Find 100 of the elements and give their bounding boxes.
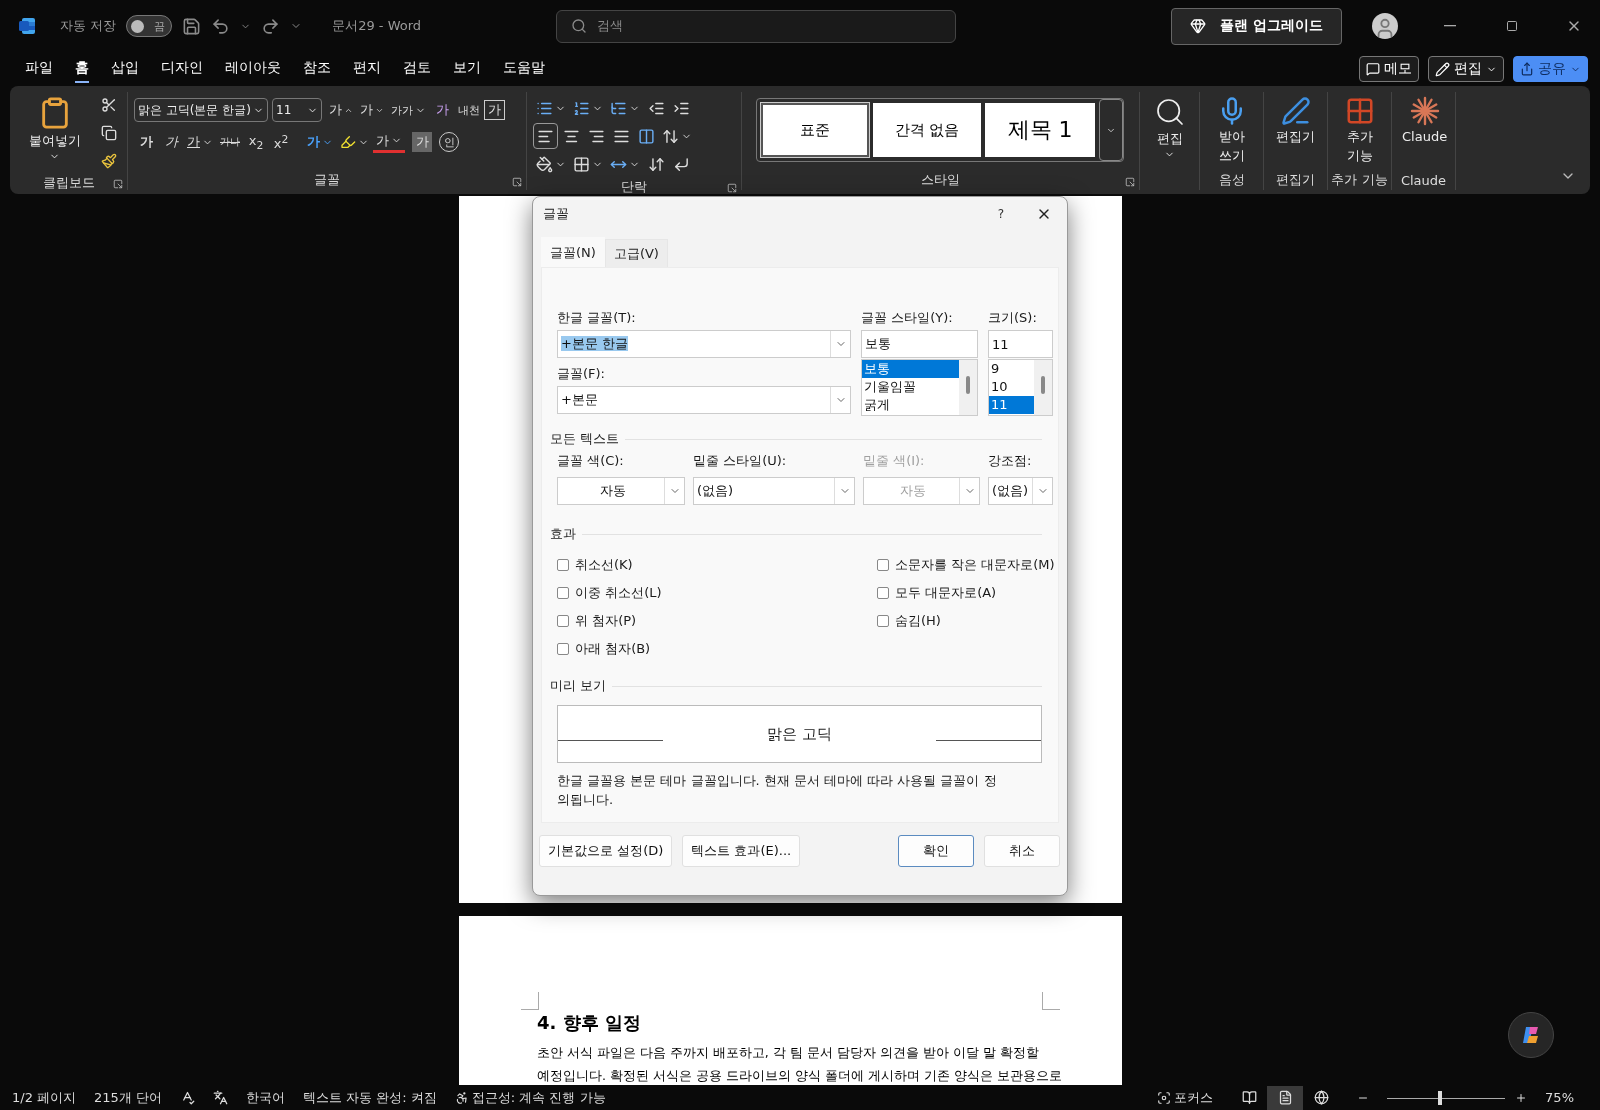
claude-button[interactable]: Claude (1398, 92, 1452, 170)
dropdown-field[interactable]: (없음) (988, 477, 1053, 505)
text-predictions-label[interactable]: 텍스트 자동 완성: 켜짐 (303, 1088, 437, 1107)
list-item[interactable]: 11 (989, 396, 1034, 414)
ribbon-tab[interactable]: 검토 (403, 55, 431, 83)
editing-mode-button[interactable]: 편집 (1428, 56, 1504, 82)
style-item[interactable]: 간격 없음 (873, 103, 981, 157)
editor-button[interactable]: 편집기 (1270, 92, 1321, 170)
align-left-button[interactable] (533, 123, 558, 149)
font-color-button[interactable]: 가 (373, 131, 405, 153)
input-field[interactable]: 11 (988, 330, 1053, 358)
size-list[interactable]: 9 10 11 (988, 359, 1053, 416)
phonetic-guide-button[interactable]: 내천 (455, 97, 483, 123)
launcher-icon[interactable] (727, 183, 737, 193)
ribbon-tab[interactable]: 편지 (353, 55, 381, 83)
character-border-button[interactable]: 가 (484, 100, 505, 120)
page-count[interactable]: 1/2 페이지 (12, 1088, 77, 1107)
shrink-font-button[interactable]: 가 (357, 97, 387, 123)
word-count[interactable]: 215개 단어 (94, 1088, 162, 1107)
upgrade-button[interactable]: 플랜 업그레이드 (1171, 7, 1342, 45)
globe-icon (1313, 1090, 1329, 1105)
ribbon-tab[interactable]: 참조 (303, 55, 331, 83)
translate-icon[interactable] (213, 1090, 228, 1105)
dialog-title: 글꼴 (543, 205, 570, 223)
font-size-dropdown[interactable]: 11 (272, 98, 322, 122)
ribbon-tab[interactable]: 레이아웃 (225, 55, 281, 83)
dialog-button[interactable]: 취소 (984, 835, 1060, 867)
add-ins-button[interactable]: 추가 기능 (1334, 92, 1385, 170)
dialog-button[interactable]: 텍스트 효과(E)... (682, 835, 801, 867)
ribbon-tab[interactable]: 삽입 (111, 55, 139, 83)
change-case-button[interactable]: 가가 (388, 97, 429, 123)
list-item[interactable]: 9 (989, 360, 1034, 378)
scroll-thumb[interactable] (1041, 376, 1045, 394)
dropdown-field[interactable]: +본문 한글 (557, 330, 851, 358)
checkbox[interactable]: 이중 취소선(L) (557, 579, 877, 607)
language-label[interactable]: 한국어 (246, 1088, 285, 1107)
subscript-button[interactable]: x$_{2}$ (244, 129, 268, 155)
ribbon-tab[interactable]: 홈 (75, 55, 89, 83)
share-button[interactable]: 공유 (1513, 56, 1588, 82)
launcher-icon[interactable] (512, 177, 522, 187)
style-list[interactable]: 보통 기울임꼴 굵게 (861, 359, 978, 416)
search-field[interactable]: 검색 (556, 9, 957, 43)
help-button[interactable]: ? (981, 206, 1021, 222)
scroll-thumb[interactable] (966, 376, 970, 394)
grow-font-button[interactable]: 가 (326, 97, 356, 123)
style-item[interactable]: 표준 (761, 103, 869, 157)
ribbon-tab[interactable]: 디자인 (161, 55, 203, 83)
ribbon-tab[interactable]: 보기 (453, 55, 481, 83)
focus-icon[interactable] (1157, 1090, 1172, 1105)
superscript-button[interactable]: x$^{2}$ (269, 129, 293, 155)
paste-button[interactable]: 붙여넣기 (16, 92, 93, 174)
undo-icon[interactable] (211, 16, 231, 36)
dropdown-field[interactable]: +본문 (557, 386, 851, 414)
clear-format-button[interactable]: 가 (430, 97, 454, 123)
checkbox[interactable]: 위 첨자(P) (557, 607, 877, 635)
focus-button[interactable]: 포커스 (1174, 1088, 1214, 1107)
dropdown-field[interactable]: (없음) (693, 477, 855, 505)
checkbox[interactable]: 아래 첨자(B) (557, 635, 877, 663)
strikethrough-button[interactable]: 가나 (217, 129, 243, 155)
dialog-button[interactable]: 기본값으로 설정(D) (539, 835, 673, 867)
gallery-more-button[interactable] (1099, 99, 1123, 161)
avatar-icon[interactable] (1372, 13, 1398, 39)
ribbon-tab[interactable]: 파일 (25, 55, 53, 83)
list-item[interactable]: 10 (989, 378, 1034, 396)
zoom-level[interactable]: 75% (1545, 1090, 1574, 1105)
text-effects-button[interactable]: 가 (304, 129, 336, 155)
slider-thumb[interactable] (1438, 1090, 1443, 1105)
save-icon[interactable] (182, 16, 202, 36)
proofing-icon[interactable] (180, 1090, 195, 1105)
checkbox[interactable]: 소문자를 작은 대문자로(M) (877, 551, 1057, 579)
dropdown-field[interactable]: 자동 (557, 477, 685, 505)
launcher-icon[interactable] (1125, 177, 1135, 187)
italic-button[interactable]: 가 (159, 129, 183, 155)
view-button[interactable] (1267, 1085, 1304, 1110)
shading-button[interactable]: 가 (412, 132, 432, 152)
editing-button[interactable]: 편집 (1146, 92, 1193, 170)
checkbox[interactable]: 숨김(H) (877, 607, 1057, 635)
autosave-toggle[interactable]: 끔 (126, 15, 173, 37)
dialog-tab[interactable]: 글꼴(N) (541, 237, 605, 267)
up-down-arrows-icon (662, 127, 679, 145)
input-field[interactable]: 보통 (861, 330, 978, 358)
field-label: 글꼴 색(C): (557, 452, 625, 470)
list-item[interactable]: 보통 (862, 360, 959, 378)
accessibility-status[interactable]: 접근성: 계속 진행 가능 (471, 1088, 606, 1107)
dictate-button[interactable]: 받아 쓰기 (1206, 92, 1257, 170)
checkbox[interactable]: 모두 대문자로(A) (877, 579, 1057, 607)
font-name-dropdown[interactable]: 맑은 고딕(본문 한글) (134, 98, 268, 122)
underline-button[interactable]: 가 (184, 129, 216, 155)
dialog-tab[interactable]: 고급(V) (604, 239, 668, 267)
list-item[interactable]: 굵게 (862, 396, 959, 414)
checkbox[interactable]: 취소선(K) (557, 551, 877, 579)
dialog-button[interactable]: 확인 (898, 835, 974, 867)
launcher-icon[interactable] (113, 179, 123, 189)
comments-button[interactable]: 메모 (1359, 56, 1419, 82)
list-item[interactable]: 기울임꼴 (862, 378, 959, 396)
ribbon-tab[interactable]: 도움말 (503, 55, 545, 83)
copilot-button[interactable] (1508, 1012, 1554, 1058)
zoom-in-icon[interactable] (1515, 1091, 1528, 1104)
bold-button[interactable]: 가 (134, 129, 158, 155)
style-item[interactable]: 제목 1 (985, 103, 1095, 157)
